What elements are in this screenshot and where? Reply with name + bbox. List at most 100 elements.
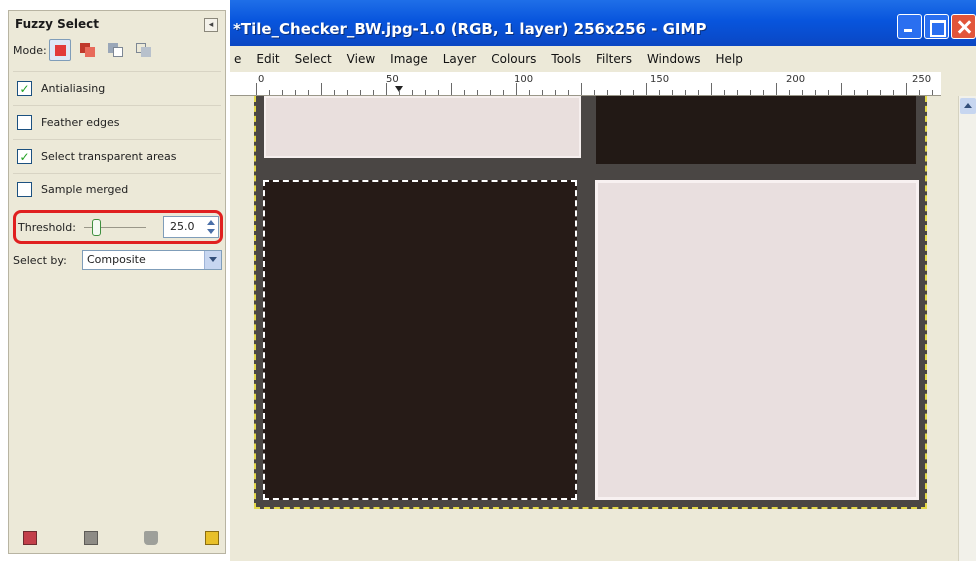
separator xyxy=(13,173,221,174)
ruler-tick xyxy=(737,90,738,95)
mode-replace-icon[interactable] xyxy=(49,39,71,61)
mode-subtract-icon[interactable] xyxy=(105,39,127,61)
ruler-tick xyxy=(776,83,777,95)
sample-merged-label: Sample merged xyxy=(41,183,129,196)
ruler-tick xyxy=(672,90,673,95)
ruler-tick xyxy=(932,90,933,95)
ruler-tick xyxy=(412,90,413,95)
menu-help[interactable]: Help xyxy=(716,52,743,66)
sample-merged-checkbox[interactable]: Sample merged xyxy=(17,182,128,197)
delete-options-icon[interactable] xyxy=(144,531,159,545)
menu-layer[interactable]: Layer xyxy=(443,52,476,66)
canvas-area[interactable] xyxy=(230,96,958,561)
ruler-tick xyxy=(763,90,764,95)
window-controls xyxy=(897,14,976,39)
title-bar[interactable]: *Tile_Checker_BW.jpg-1.0 (RGB, 1 layer) … xyxy=(230,0,976,46)
ruler-tick xyxy=(867,90,868,95)
ruler-tick xyxy=(373,90,374,95)
ruler-tick xyxy=(633,90,634,95)
ruler-tick xyxy=(646,83,647,95)
menu-file-partial[interactable]: e xyxy=(234,52,241,66)
mode-add-icon[interactable] xyxy=(77,39,99,61)
tool-options-title: Fuzzy Select xyxy=(15,17,99,31)
save-options-icon[interactable] xyxy=(23,531,37,545)
ruler-tick xyxy=(607,90,608,95)
dock-menu-icon[interactable]: ◂ xyxy=(204,18,218,32)
separator xyxy=(13,139,221,140)
horizontal-ruler[interactable]: 0 50 100 150 200 250 xyxy=(230,72,941,96)
ruler-tick xyxy=(581,83,582,95)
image-layer[interactable] xyxy=(254,96,927,509)
ruler-tick xyxy=(477,90,478,95)
threshold-spinbutton[interactable]: 25.0 xyxy=(163,216,219,238)
tool-options-panel: Fuzzy Select ◂ Mode: ✓ Antialiasing Feat… xyxy=(8,10,226,554)
menu-image[interactable]: Image xyxy=(390,52,428,66)
threshold-highlight: Threshold: 25.0 xyxy=(13,210,223,244)
reset-options-icon[interactable] xyxy=(204,531,219,545)
ruler-tick xyxy=(399,90,400,95)
spin-arrows-icon[interactable] xyxy=(207,219,215,235)
select-by-label: Select by: xyxy=(13,254,67,267)
checkbox-icon[interactable]: ✓ xyxy=(17,149,32,164)
navigate-icon[interactable] xyxy=(941,72,976,96)
maximize-icon[interactable] xyxy=(924,14,949,39)
separator xyxy=(13,71,221,72)
scroll-up-icon[interactable] xyxy=(960,98,976,114)
menu-view[interactable]: View xyxy=(347,52,375,66)
ruler-label: 250 xyxy=(912,74,932,85)
menu-tools[interactable]: Tools xyxy=(551,52,581,66)
checkbox-icon[interactable] xyxy=(17,182,32,197)
ruler-tick xyxy=(919,90,920,95)
ruler-tick xyxy=(854,90,855,95)
light-tile xyxy=(264,96,581,158)
menu-colours[interactable]: Colours xyxy=(491,52,536,66)
tool-options-footer xyxy=(23,531,219,545)
dark-tile xyxy=(596,96,916,164)
feather-edges-checkbox[interactable]: Feather edges xyxy=(17,115,120,130)
ruler-tick xyxy=(503,90,504,95)
ruler-tick xyxy=(711,83,712,95)
ruler-tick xyxy=(386,83,387,95)
ruler-tick xyxy=(698,90,699,95)
menu-edit[interactable]: Edit xyxy=(256,52,279,66)
minimize-icon[interactable] xyxy=(897,14,922,39)
menu-select[interactable]: Select xyxy=(295,52,332,66)
ruler-tick xyxy=(464,90,465,95)
ruler-tick xyxy=(256,83,257,95)
select-transparent-checkbox[interactable]: ✓ Select transparent areas xyxy=(17,149,177,164)
antialiasing-checkbox[interactable]: ✓ Antialiasing xyxy=(17,81,105,96)
ruler-tick xyxy=(555,90,556,95)
ruler-tick xyxy=(568,90,569,95)
menu-bar: e Edit Select View Image Layer Colours T… xyxy=(230,46,976,72)
ruler-label: 150 xyxy=(650,74,670,85)
ruler-tick xyxy=(841,83,842,95)
threshold-label: Threshold: xyxy=(18,221,76,234)
menu-filters[interactable]: Filters xyxy=(596,52,632,66)
checkbox-icon[interactable]: ✓ xyxy=(17,81,32,96)
menu-windows[interactable]: Windows xyxy=(647,52,701,66)
ruler-tick xyxy=(451,83,452,95)
select-by-value: Composite xyxy=(87,253,146,266)
ruler-tick xyxy=(685,90,686,95)
image-window: *Tile_Checker_BW.jpg-1.0 (RGB, 1 layer) … xyxy=(230,0,976,561)
close-icon[interactable] xyxy=(951,14,976,39)
ruler-tick xyxy=(282,90,283,95)
ruler-tick xyxy=(906,83,907,95)
ruler-tick xyxy=(516,83,517,95)
restore-options-icon[interactable] xyxy=(83,531,98,545)
vertical-scrollbar[interactable] xyxy=(958,96,976,561)
threshold-slider-handle[interactable] xyxy=(92,219,101,236)
select-transparent-label: Select transparent areas xyxy=(41,150,177,163)
ruler-tick xyxy=(750,90,751,95)
checkbox-icon[interactable] xyxy=(17,115,32,130)
mode-intersect-icon[interactable] xyxy=(133,39,155,61)
ruler-tick xyxy=(295,90,296,95)
ruler-tick xyxy=(815,90,816,95)
selected-dark-tile xyxy=(263,180,577,500)
separator xyxy=(13,105,221,106)
window-title: *Tile_Checker_BW.jpg-1.0 (RGB, 1 layer) … xyxy=(233,20,707,38)
ruler-tick xyxy=(308,90,309,95)
ruler-tick xyxy=(542,90,543,95)
select-by-dropdown[interactable]: Composite xyxy=(82,250,222,270)
chevron-down-icon[interactable] xyxy=(204,251,221,269)
